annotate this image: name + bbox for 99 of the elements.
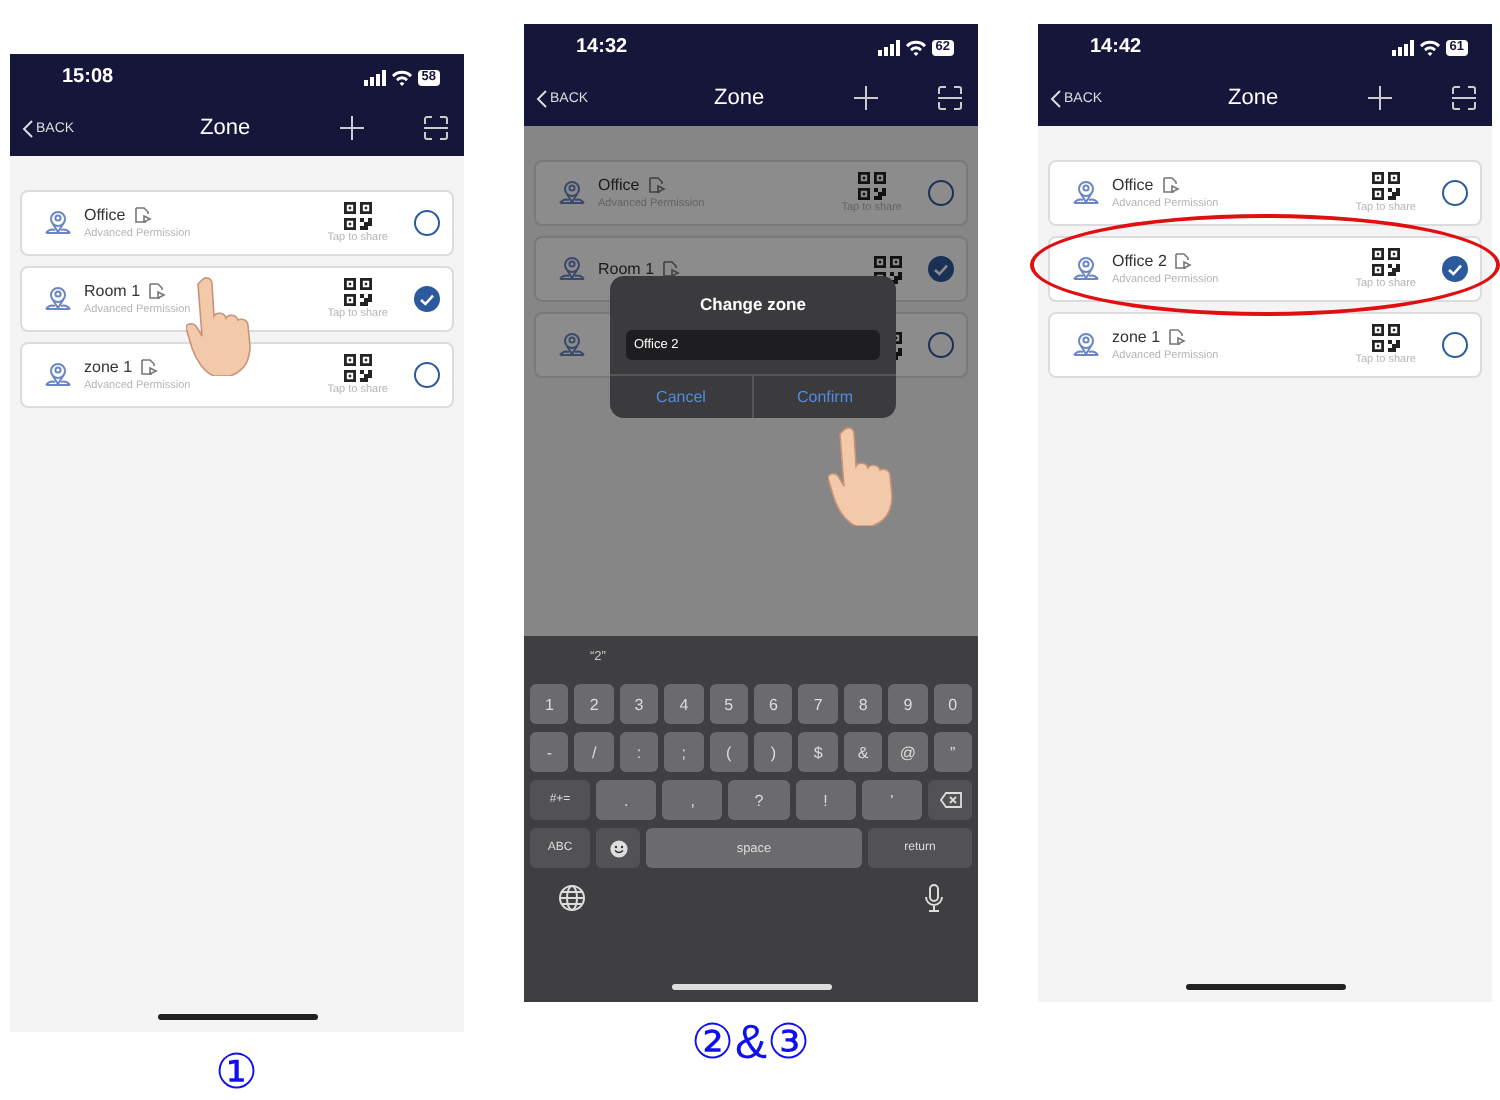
status-time: 14:32 xyxy=(576,36,628,58)
radio-button[interactable] xyxy=(1442,332,1468,358)
zone-name: Room 1 xyxy=(598,260,655,278)
status-time: 14:42 xyxy=(1090,36,1142,58)
key[interactable]: 2 xyxy=(574,684,614,724)
zone-name: Room 1 xyxy=(84,282,141,300)
confirm-button[interactable]: Confirm xyxy=(752,376,896,418)
location-person-icon xyxy=(556,329,588,361)
key[interactable]: 9 xyxy=(888,684,928,724)
key[interactable]: ; xyxy=(664,732,704,772)
edit-icon[interactable] xyxy=(662,260,681,278)
qr-code-icon[interactable] xyxy=(1371,248,1400,276)
key[interactable]: 0 xyxy=(933,684,973,724)
delete-key[interactable] xyxy=(928,780,973,820)
location-person-icon xyxy=(1070,329,1102,361)
key[interactable]: ) xyxy=(754,732,793,772)
edit-icon[interactable] xyxy=(148,282,167,300)
radio-button[interactable] xyxy=(1442,256,1468,282)
key[interactable]: ’ xyxy=(861,780,923,820)
key[interactable]: ? xyxy=(728,780,790,820)
scan-icon[interactable] xyxy=(1452,86,1476,110)
key[interactable]: , xyxy=(662,780,723,820)
edit-icon[interactable] xyxy=(133,206,152,224)
scan-icon[interactable] xyxy=(424,116,448,140)
scan-icon[interactable] xyxy=(938,86,962,110)
location-person-icon xyxy=(42,359,74,391)
wifi-icon xyxy=(391,69,412,85)
edit-icon[interactable] xyxy=(1161,176,1180,194)
zone-name: Office 2 xyxy=(1112,252,1167,270)
globe-icon[interactable] xyxy=(558,884,586,912)
radio-button[interactable] xyxy=(928,180,954,206)
location-person-icon xyxy=(556,177,588,209)
qr-code-icon[interactable] xyxy=(343,202,372,230)
key[interactable]: 1 xyxy=(530,684,569,724)
radio-button[interactable] xyxy=(414,286,440,312)
check-icon xyxy=(934,263,948,275)
step-caption: ① xyxy=(215,1044,259,1100)
key[interactable]: - xyxy=(530,732,569,772)
location-person-icon xyxy=(1070,177,1102,209)
check-icon xyxy=(1448,263,1462,275)
add-icon[interactable] xyxy=(340,116,364,140)
back-chevron-icon xyxy=(536,89,548,107)
key[interactable]: 7 xyxy=(798,684,838,724)
backspace-icon xyxy=(939,792,962,808)
radio-button[interactable] xyxy=(1442,180,1468,206)
zone-name: Office xyxy=(598,176,640,194)
location-person-icon xyxy=(42,207,74,239)
radio-button[interactable] xyxy=(414,210,440,236)
key[interactable]: ! xyxy=(795,780,856,820)
location-person-icon xyxy=(1070,253,1102,285)
location-person-icon xyxy=(556,253,588,285)
key[interactable]: $ xyxy=(798,732,838,772)
cancel-button[interactable]: Cancel xyxy=(610,376,752,418)
key[interactable]: ” xyxy=(933,732,973,772)
qr-code-icon[interactable] xyxy=(1371,324,1400,352)
signal-icon xyxy=(877,39,900,55)
key[interactable]: . xyxy=(596,780,657,820)
key[interactable]: 3 xyxy=(619,684,659,724)
key[interactable]: : xyxy=(619,732,659,772)
key[interactable]: 6 xyxy=(754,684,793,724)
wifi-icon xyxy=(905,39,926,55)
key[interactable]: 4 xyxy=(664,684,704,724)
status-time: 15:08 xyxy=(62,66,114,88)
qr-code-icon[interactable] xyxy=(1371,172,1400,200)
key[interactable]: 5 xyxy=(709,684,749,724)
emoji-key[interactable] xyxy=(596,828,640,868)
zone-name: Office xyxy=(84,206,126,224)
edit-icon[interactable] xyxy=(647,176,666,194)
microphone-icon[interactable] xyxy=(924,884,944,912)
zone-name: zone 1 xyxy=(1112,328,1161,346)
smiley-icon xyxy=(609,839,627,857)
screen-title: Zone xyxy=(1225,86,1281,110)
back-chevron-icon xyxy=(1050,89,1062,107)
edit-icon[interactable] xyxy=(1174,252,1193,270)
add-icon[interactable] xyxy=(854,86,878,110)
add-icon[interactable] xyxy=(1368,86,1392,110)
radio-button[interactable] xyxy=(928,332,954,358)
screen-title: Zone xyxy=(711,86,767,110)
qr-code-icon[interactable] xyxy=(343,278,372,306)
screen-title: Zone xyxy=(197,116,253,140)
wifi-icon xyxy=(1419,39,1440,55)
signal-icon xyxy=(363,69,386,85)
key[interactable]: 8 xyxy=(843,684,883,724)
check-icon xyxy=(420,293,434,305)
step-caption: ②&③ xyxy=(690,1014,811,1072)
key[interactable]: @ xyxy=(888,732,928,772)
zone-name: Office xyxy=(1112,176,1154,194)
key[interactable]: / xyxy=(574,732,614,772)
signal-icon xyxy=(1391,39,1414,55)
edit-icon[interactable] xyxy=(1168,328,1187,346)
key[interactable]: & xyxy=(843,732,883,772)
location-person-icon xyxy=(42,283,74,315)
edit-icon[interactable] xyxy=(140,358,159,376)
back-chevron-icon xyxy=(22,119,34,137)
key[interactable]: ( xyxy=(709,732,749,772)
zone-name: zone 1 xyxy=(84,358,133,376)
radio-button[interactable] xyxy=(414,362,440,388)
qr-code-icon[interactable] xyxy=(343,354,372,382)
radio-button[interactable] xyxy=(928,256,954,282)
